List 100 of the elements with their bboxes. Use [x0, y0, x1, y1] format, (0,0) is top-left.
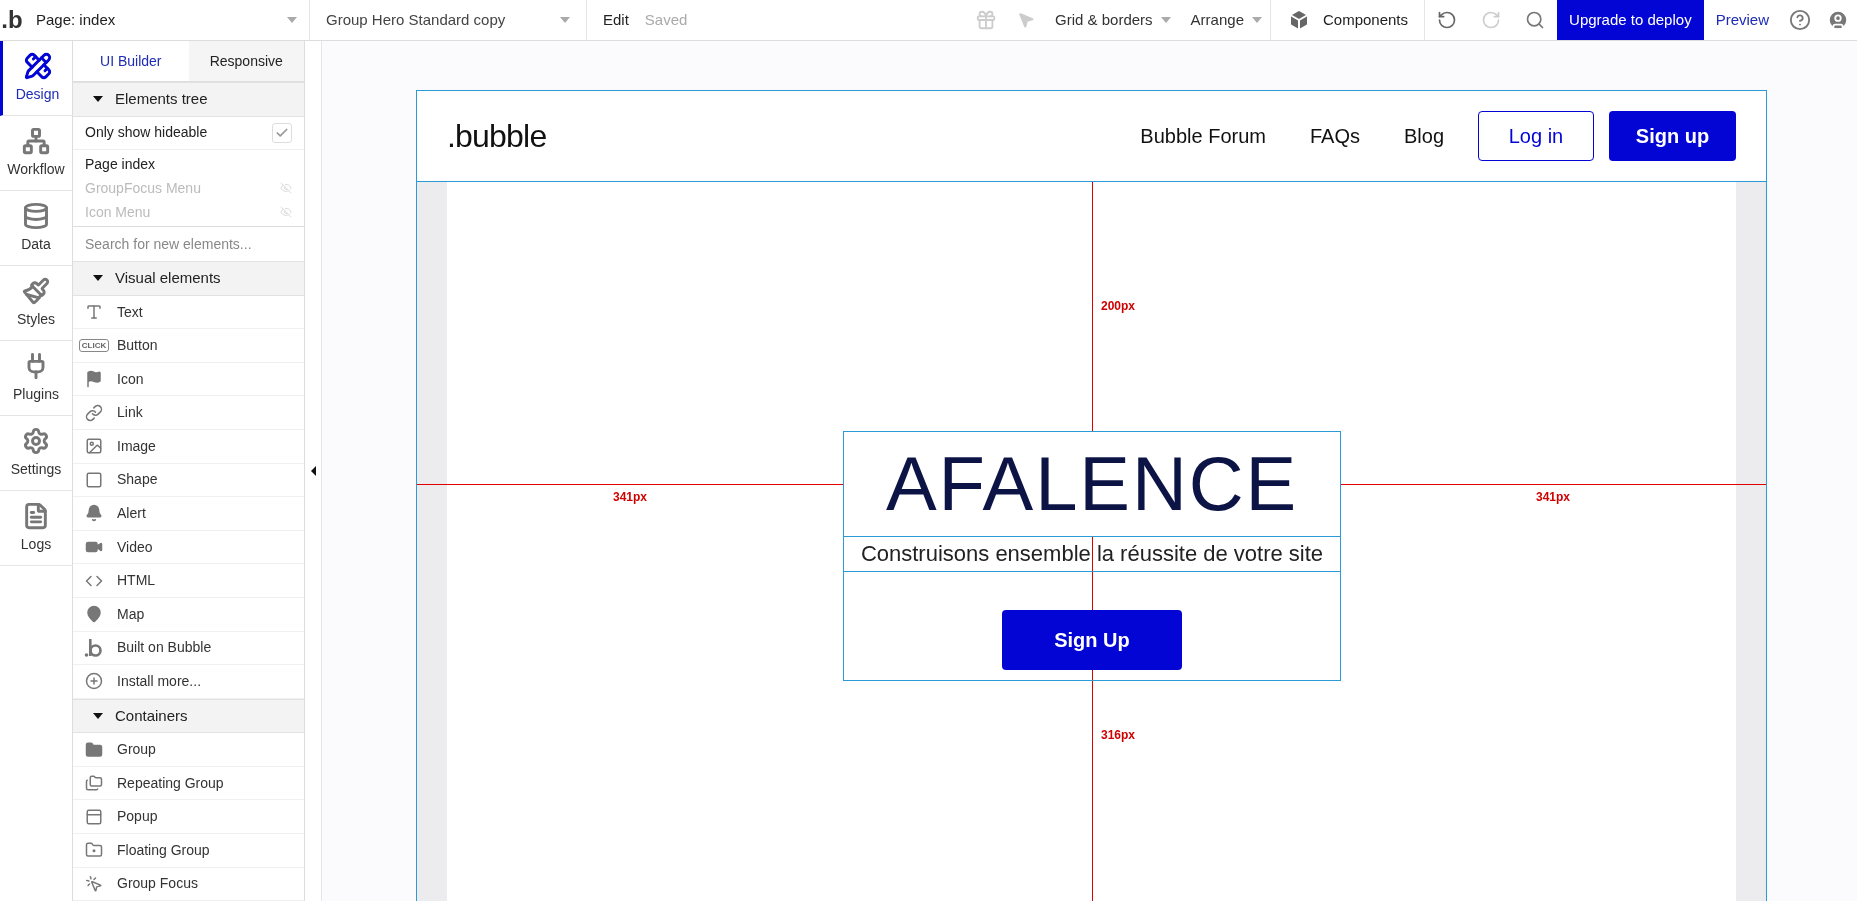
- rail-tab[interactable]: Data: [0, 191, 72, 266]
- element-item[interactable]: CLICK Button: [73, 329, 304, 363]
- element-item[interactable]: Text: [73, 295, 304, 330]
- element-label: HTML: [117, 571, 156, 591]
- bubble-logo[interactable]: .bubble: [447, 112, 547, 160]
- guide-label: 316px: [1101, 727, 1136, 744]
- filter-checkbox[interactable]: [272, 122, 292, 143]
- panel-tab[interactable]: Responsive: [188, 41, 304, 81]
- element-label: Repeating Group: [117, 773, 224, 793]
- element-label: Icon: [117, 369, 144, 389]
- rail-tab[interactable]: Styles: [0, 266, 72, 341]
- triangle-icon: [93, 275, 103, 282]
- rail-icon: [23, 51, 52, 80]
- guide-label: 341px: [613, 489, 648, 506]
- collapse-arrow-icon[interactable]: [310, 466, 316, 476]
- user-icon[interactable]: [1827, 9, 1849, 31]
- element-icon: [85, 504, 103, 523]
- section-header[interactable]: Elements tree: [73, 82, 304, 117]
- signup-button[interactable]: Sign up: [1609, 111, 1736, 161]
- rail-tab[interactable]: Settings: [0, 416, 72, 491]
- components-button[interactable]: Components: [1271, 0, 1426, 40]
- search-icon[interactable]: [1525, 10, 1546, 30]
- element-icon: [85, 672, 103, 691]
- element-icon: [85, 403, 103, 422]
- caret-icon: [1160, 17, 1171, 23]
- element-icon: [85, 874, 103, 893]
- arrange-menu[interactable]: Arrange: [1182, 0, 1271, 40]
- element-selector[interactable]: Group Hero Standard copy: [310, 0, 587, 40]
- nav-link[interactable]: Bubble Forum: [1140, 121, 1266, 151]
- help-icon[interactable]: [1789, 9, 1811, 31]
- element-icon: [85, 807, 103, 826]
- triangle-icon: [93, 96, 103, 103]
- element-label: Alert: [117, 504, 146, 523]
- element-label: Shape: [117, 470, 158, 490]
- element-label: Video: [117, 537, 153, 557]
- element-label: Popup: [117, 807, 158, 827]
- element-item[interactable]: Built on Bubble: [73, 631, 304, 666]
- caret-icon: [560, 17, 570, 23]
- rail-icon: [22, 501, 50, 530]
- element-icon: [85, 370, 103, 389]
- element-label: Install more...: [117, 671, 202, 691]
- caret-icon: [1252, 17, 1262, 23]
- section-header[interactable]: Containers: [73, 698, 304, 734]
- nav-link[interactable]: Blog: [1403, 121, 1444, 151]
- element-label: Floating Group: [117, 840, 210, 860]
- preview-button[interactable]: Preview: [1703, 8, 1781, 32]
- element-item[interactable]: Floating Group: [73, 834, 304, 868]
- filter-label: Only show hideable: [85, 123, 208, 143]
- nav-link[interactable]: FAQs: [1309, 121, 1360, 151]
- element-item[interactable]: Group Focus: [73, 867, 304, 901]
- element-label: Group: [117, 740, 156, 760]
- rail-icon: [22, 126, 50, 155]
- element-item[interactable]: Install more...: [73, 665, 304, 699]
- element-label: Image: [117, 436, 156, 456]
- element-item[interactable]: Link: [73, 396, 304, 431]
- element-item[interactable]: Shape: [73, 463, 304, 498]
- section-title: Visual elements: [115, 268, 221, 289]
- grid-borders-menu[interactable]: Grid & borders: [1043, 8, 1183, 32]
- page-selector[interactable]: Page: index: [24, 0, 310, 40]
- app-logo[interactable]: .b: [0, 8, 24, 32]
- rail-icon: [22, 201, 50, 230]
- undo-icon[interactable]: [1437, 10, 1458, 30]
- rail-tab[interactable]: Plugins: [0, 341, 72, 416]
- hero-signup-button[interactable]: Sign Up: [1002, 610, 1182, 670]
- edit-menu[interactable]: Edit: [587, 8, 645, 32]
- hidden-eye-icon: [280, 182, 292, 195]
- element-item[interactable]: Group: [73, 733, 304, 767]
- element-item[interactable]: Video: [73, 530, 304, 565]
- element-label: Map: [117, 604, 145, 624]
- rail-icon: [22, 276, 50, 305]
- search-field[interactable]: Search for new elements...: [73, 227, 304, 262]
- rail-icon: [22, 426, 50, 455]
- element-item[interactable]: Map: [73, 597, 304, 632]
- guide-label: 341px: [1536, 489, 1571, 506]
- button-icon: CLICK: [78, 339, 110, 353]
- hero-subtitle: Construisons ensemble la réussite de votre site: [844, 536, 1340, 572]
- tree-item[interactable]: Page index: [85, 153, 156, 175]
- element-label: Text: [117, 302, 143, 322]
- element-icon: [85, 740, 103, 759]
- upgrade-button[interactable]: Upgrade to deploy: [1557, 0, 1704, 40]
- element-icon: [85, 437, 103, 456]
- rail-tab[interactable]: Workflow: [0, 116, 72, 191]
- element-item[interactable]: Popup: [73, 800, 304, 834]
- section-header[interactable]: Visual elements: [73, 261, 304, 296]
- caret-icon: [287, 17, 297, 23]
- section-title: Elements tree: [115, 89, 208, 110]
- element-icon: [85, 774, 103, 793]
- login-button[interactable]: Log in: [1478, 111, 1594, 161]
- element-item[interactable]: Repeating Group: [73, 766, 304, 801]
- element-icon: [85, 303, 103, 321]
- save-status: Saved: [644, 9, 688, 30]
- triangle-icon: [93, 712, 103, 719]
- element-item[interactable]: Image: [73, 430, 304, 464]
- guide-label: 200px: [1101, 298, 1136, 315]
- element-item[interactable]: Icon: [73, 362, 304, 397]
- rail-tab[interactable]: Logs: [0, 491, 72, 566]
- element-item[interactable]: HTML: [73, 564, 304, 598]
- bubble-logo-icon: [84, 637, 104, 658]
- element-icon: [85, 841, 103, 860]
- element-item[interactable]: Alert: [73, 497, 304, 531]
